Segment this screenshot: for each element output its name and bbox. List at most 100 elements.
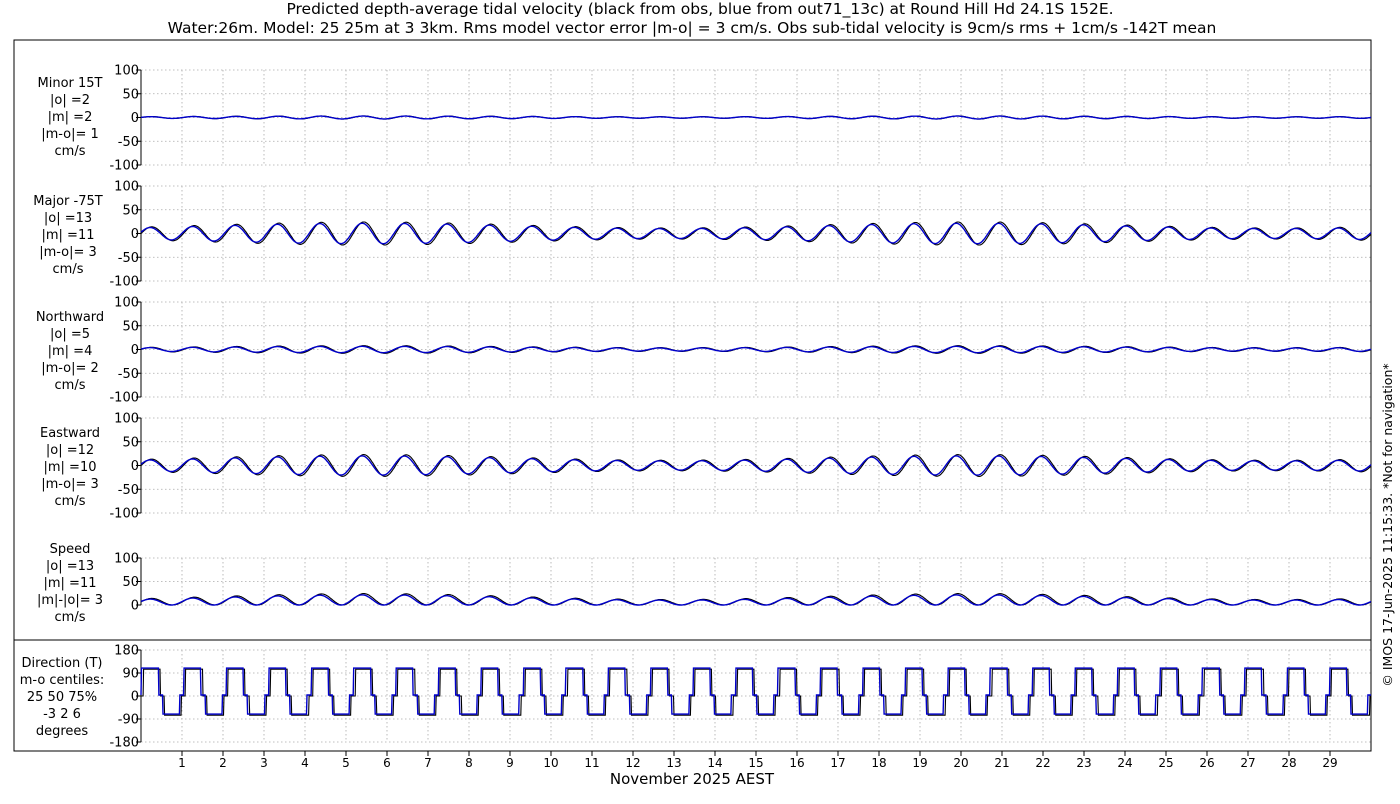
y-tick-label: -50 bbox=[118, 135, 139, 150]
panel-label-line: degrees bbox=[36, 724, 89, 739]
x-tick-label: 5 bbox=[342, 756, 350, 770]
y-tick-label: 100 bbox=[114, 64, 139, 79]
panel-label-line: cm/s bbox=[53, 262, 84, 277]
x-tick-label: 26 bbox=[1199, 756, 1214, 770]
x-tick-label: 22 bbox=[1035, 756, 1050, 770]
series-obs-line bbox=[141, 668, 1371, 716]
panel-1: 100 50 0 -50 -100 Minor 15T |o| =2 |m| =2 |m-o|=… bbox=[38, 64, 1372, 174]
x-tick-label: 24 bbox=[1117, 756, 1132, 770]
panel-label-line: |m-o|= 2 bbox=[41, 361, 99, 376]
panel-label-line: cm/s bbox=[55, 494, 86, 509]
x-tick-label: 9 bbox=[506, 756, 514, 770]
y-tick-label: 100 bbox=[114, 296, 139, 311]
panel-label-line: |o| =13 bbox=[44, 211, 92, 226]
x-tick-label: 4 bbox=[301, 756, 309, 770]
tidal-velocity-figure: Predicted depth-average tidal velocity (… bbox=[0, 0, 1400, 800]
y-tick-label: -100 bbox=[109, 159, 139, 174]
y-tick-label: 0 bbox=[131, 459, 139, 474]
y-tick-label: 100 bbox=[114, 180, 139, 195]
x-tick-label: 19 bbox=[912, 756, 927, 770]
y-tick-label: 0 bbox=[131, 690, 139, 705]
panel-label-line: |m-o|= 3 bbox=[41, 477, 99, 492]
panels-layer: 100 50 0 -50 -100 Minor 15T |o| =2 |m| =2 |m-o|=… bbox=[20, 64, 1372, 751]
x-ticks-layer: 1 2 3 4 5 6 7 8 9 10 11 12 13 14 15 16 17 18 19 20 21 22 23 24 2… bbox=[178, 751, 1338, 770]
y-tick-label: 100 bbox=[114, 412, 139, 427]
panel-label-line: |o| =12 bbox=[46, 443, 94, 458]
y-tick-label: 50 bbox=[122, 87, 139, 102]
panel-4: 100 50 0 -50 -100 Eastward |o| =12 |m| =10 |m-o|… bbox=[40, 412, 1372, 522]
y-tick-label: -100 bbox=[109, 507, 139, 522]
panel-label-line: Speed bbox=[50, 542, 91, 557]
x-tick-label: 10 bbox=[543, 756, 558, 770]
y-tick-label: -180 bbox=[109, 736, 139, 751]
y-tick-label: 0 bbox=[131, 227, 139, 242]
panel-label-line: |m| =11 bbox=[42, 228, 95, 243]
y-tick-label: -100 bbox=[109, 275, 139, 290]
panel-label-line: |m| =10 bbox=[44, 460, 97, 475]
y-tick-label: 180 bbox=[114, 644, 139, 659]
x-tick-label: 28 bbox=[1281, 756, 1296, 770]
panel-3: 100 50 0 -50 -100 Northward |o| =5 |m| =4 |m-o|=… bbox=[36, 296, 1372, 406]
panel-2: 100 50 0 -50 -100 Major -75T |o| =13 |m| =11 |m-… bbox=[33, 180, 1372, 290]
panel-6: 180 90 0 -90 -180 Direction (T) m-o centiles: 2… bbox=[20, 644, 1371, 751]
x-tick-label: 12 bbox=[625, 756, 640, 770]
panel-label-line: cm/s bbox=[55, 610, 86, 625]
y-tick-label: -50 bbox=[118, 483, 139, 498]
x-tick-label: 29 bbox=[1322, 756, 1337, 770]
x-tick-label: 11 bbox=[584, 756, 599, 770]
panel-label-line: |m-o|= 1 bbox=[41, 127, 99, 142]
panel-label-line: |m|-|o|= 3 bbox=[37, 593, 103, 608]
x-tick-label: 14 bbox=[707, 756, 722, 770]
x-tick-label: 27 bbox=[1240, 756, 1255, 770]
y-tick-label: -90 bbox=[118, 713, 139, 728]
y-tick-label: 0 bbox=[131, 343, 139, 358]
panel-label-line: -3 2 6 bbox=[43, 707, 81, 722]
y-tick-label: 0 bbox=[131, 111, 139, 126]
x-tick-label: 16 bbox=[789, 756, 804, 770]
y-tick-label: 50 bbox=[122, 435, 139, 450]
panel-label-line: |o| =13 bbox=[46, 559, 94, 574]
panel-label-line: 25 50 75% bbox=[27, 690, 97, 705]
y-tick-label: 50 bbox=[122, 319, 139, 334]
x-tick-label: 6 bbox=[383, 756, 391, 770]
y-tick-label: -100 bbox=[109, 391, 139, 406]
panel-label-line: |m| =2 bbox=[48, 110, 93, 125]
x-tick-label: 7 bbox=[424, 756, 432, 770]
x-tick-label: 18 bbox=[871, 756, 886, 770]
y-tick-label: -50 bbox=[118, 367, 139, 382]
x-tick-label: 13 bbox=[666, 756, 681, 770]
panel-label-line: cm/s bbox=[55, 378, 86, 393]
x-tick-label: 2 bbox=[219, 756, 227, 770]
y-tick-label: 90 bbox=[122, 667, 139, 682]
y-tick-label: 50 bbox=[122, 575, 139, 590]
panel-label-line: |m-o|= 3 bbox=[39, 245, 97, 260]
x-tick-label: 3 bbox=[260, 756, 268, 770]
panel-label-line: |m| =11 bbox=[44, 576, 97, 591]
chart-title-line1: Predicted depth-average tidal velocity (… bbox=[286, 0, 1113, 19]
panel-label-line: |o| =2 bbox=[50, 93, 90, 108]
x-tick-label: 8 bbox=[465, 756, 473, 770]
y-tick-label: 50 bbox=[122, 203, 139, 218]
upper-axes-frame bbox=[13, 39, 1372, 641]
panel-label-line: |m| =4 bbox=[48, 344, 93, 359]
x-tick-label: 17 bbox=[830, 756, 845, 770]
chart-canvas: Predicted depth-average tidal velocity (… bbox=[13, 0, 1395, 788]
panel-label-line: Direction (T) bbox=[22, 656, 103, 671]
panel-label-line: cm/s bbox=[55, 144, 86, 159]
x-tick-label: 21 bbox=[994, 756, 1009, 770]
chart-title-line2: Water:26m. Model: 25 25m at 3 3km. Rms m… bbox=[168, 19, 1217, 37]
y-tick-label: 0 bbox=[131, 599, 139, 614]
panel-label-line: Northward bbox=[36, 310, 104, 325]
panel-label-line: m-o centiles: bbox=[20, 673, 105, 688]
copyright-footer: © IMOS 17-Jun-2025 11:15:33. *Not for na… bbox=[1380, 363, 1395, 686]
y-tick-label: 100 bbox=[114, 552, 139, 567]
x-axis-label: November 2025 AEST bbox=[610, 770, 775, 788]
x-tick-label: 25 bbox=[1158, 756, 1173, 770]
panel-label-line: Major -75T bbox=[33, 194, 102, 209]
x-tick-label: 1 bbox=[178, 756, 186, 770]
y-tick-label: -50 bbox=[118, 251, 139, 266]
panel-label-line: |o| =5 bbox=[50, 327, 90, 342]
panel-label-line: Eastward bbox=[40, 426, 100, 441]
x-tick-label: 20 bbox=[953, 756, 968, 770]
x-tick-label: 23 bbox=[1076, 756, 1091, 770]
